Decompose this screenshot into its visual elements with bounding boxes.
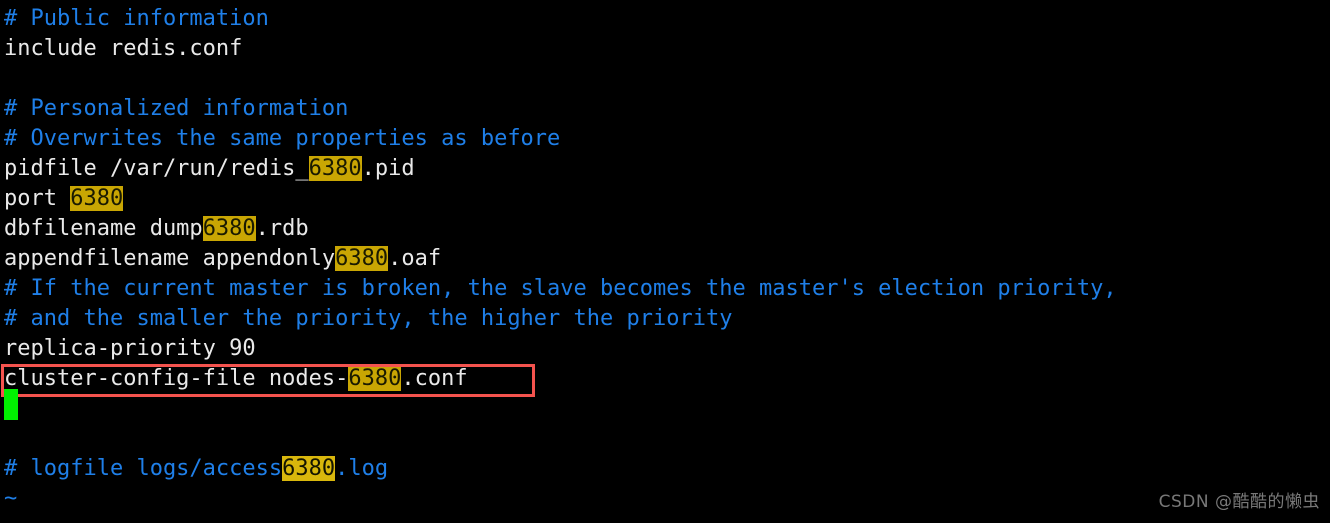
editor-line: # logfile logs/access6380.log [4,454,388,484]
line-text: .conf [401,366,468,391]
editor-line: # If the current master is broken, the s… [4,274,1117,304]
line-text: ~ [4,486,18,511]
line-text: appendfilename appendonly [4,246,336,271]
line-text: # Personalized information [4,96,349,121]
watermark-label: CSDN @酷酷的懒虫 [1158,492,1320,512]
line-text: dbfilename dump [4,216,203,241]
editor-line: # Overwrites the same properties as befo… [4,124,560,154]
editor-line: port 6380 [4,184,124,214]
line-text: .rdb [255,216,309,241]
line-text: # logfile logs/access [4,456,283,481]
text-cursor [4,389,18,420]
search-highlight: 6380 [282,456,336,481]
line-text: port [4,186,71,211]
editor-line: cluster-config-file nodes-6380.conf [4,364,468,394]
editor-line: # and the smaller the priority, the high… [4,304,732,334]
terminal-window[interactable]: # Public information include redis.conf #… [0,0,1330,523]
line-text: pidfile /var/run/redis_ [4,156,309,181]
editor-line: # Personalized information [4,94,348,124]
line-text: # If the current master is broken, the s… [4,276,1117,301]
line-text: .oaf [388,246,442,271]
line-text: .log [335,456,389,481]
line-text: replica-priority 90 [4,336,256,361]
line-text: # Public information [4,6,269,31]
search-highlight: 6380 [202,216,256,241]
search-highlight: 6380 [348,366,402,391]
editor-line: appendfilename appendonly6380.oaf [4,244,441,274]
search-highlight: 6380 [308,156,362,181]
line-text: include redis.conf [4,36,243,61]
search-highlight: 6380 [70,186,124,211]
editor-line: include redis.conf [4,34,242,64]
line-text: # Overwrites the same properties as befo… [4,126,561,151]
search-highlight: 6380 [335,246,389,271]
editor-line: replica-priority 90 [4,334,256,364]
editor-line: pidfile /var/run/redis_6380.pid [4,154,415,184]
line-text: cluster-config-file nodes- [4,366,349,391]
line-text: # and the smaller the priority, the high… [4,306,733,331]
editor-line: dbfilename dump6380.rdb [4,214,309,244]
editor-line: ~ [4,484,17,514]
editor-line: # Public information [4,4,269,34]
line-text: .pid [361,156,415,181]
